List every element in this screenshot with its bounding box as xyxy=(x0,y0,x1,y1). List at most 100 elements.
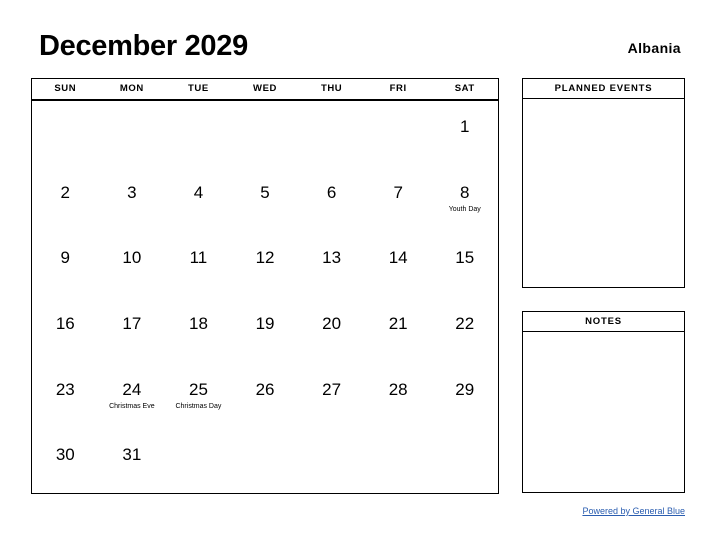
day-number: 22 xyxy=(455,314,475,334)
calendar-day-cell[interactable]: 14 xyxy=(365,232,432,298)
calendar-week-row: 2 3 4 5 6 7 8 Youth Day xyxy=(32,167,498,233)
day-number: 17 xyxy=(122,314,142,334)
day-number: 21 xyxy=(388,314,408,334)
day-number: 18 xyxy=(188,314,208,334)
day-number: 6 xyxy=(326,182,337,202)
calendar-grid: SUN MON TUE WED THU FRI SAT 1 2 3 4 5 6 7 8 Youth Day 9… xyxy=(31,78,499,494)
calendar-day-cell[interactable]: 10 xyxy=(99,232,166,298)
weekday-header-sun: SUN xyxy=(54,83,77,94)
weekday-header-thu: THU xyxy=(320,83,343,94)
day-event-label: Christmas Day xyxy=(175,402,222,410)
day-number: 14 xyxy=(388,248,408,268)
day-number: 15 xyxy=(455,248,475,268)
calendar-day-cell[interactable]: 29 xyxy=(431,364,498,430)
page-header: December 2029 Albania xyxy=(31,28,681,68)
calendar-day-cell[interactable]: 15 xyxy=(431,232,498,298)
calendar-week-row: 30 31 xyxy=(32,429,498,495)
notes-title: NOTES xyxy=(523,312,684,332)
weekday-header-row: SUN MON TUE WED THU FRI SAT xyxy=(32,79,498,101)
calendar-day-cell[interactable]: 16 xyxy=(32,298,99,364)
day-number: 3 xyxy=(127,182,137,202)
day-number: 4 xyxy=(193,182,204,202)
calendar-day-cell-empty xyxy=(232,101,299,167)
calendar-day-cell[interactable]: 21 xyxy=(365,298,432,364)
calendar-day-cell[interactable]: 17 xyxy=(99,298,166,364)
calendar-day-cell[interactable]: 4 xyxy=(165,167,232,233)
calendar-day-cell[interactable]: 11 xyxy=(165,232,232,298)
day-number: 26 xyxy=(255,379,275,399)
calendar-day-cell[interactable]: 22 xyxy=(431,298,498,364)
day-number: 29 xyxy=(455,379,475,399)
day-number: 16 xyxy=(55,314,75,334)
calendar-day-cell-empty xyxy=(232,429,299,495)
weekday-header-wed: WED xyxy=(253,83,277,94)
calendar-day-cell[interactable]: 24 Christmas Eve xyxy=(99,364,166,430)
day-number: 1 xyxy=(460,117,470,136)
calendar-day-cell[interactable]: 1 xyxy=(431,101,498,167)
day-number: 27 xyxy=(322,379,342,399)
calendar-day-cell-empty xyxy=(365,101,432,167)
calendar-day-cell-empty xyxy=(32,101,99,167)
powered-by-link[interactable]: Powered by General Blue xyxy=(0,505,685,517)
day-number: 11 xyxy=(189,248,208,268)
calendar-day-cell[interactable]: 9 xyxy=(32,232,99,298)
planned-events-body[interactable] xyxy=(523,99,684,287)
day-number: 23 xyxy=(55,379,75,399)
day-number: 12 xyxy=(255,248,275,268)
weekday-header-mon: MON xyxy=(119,83,144,94)
day-number: 13 xyxy=(322,248,342,268)
calendar-week-row: 16 17 18 19 20 21 22 xyxy=(32,298,498,364)
day-number: 24 xyxy=(122,379,142,399)
calendar-day-cell[interactable]: 12 xyxy=(232,232,299,298)
page-title: December 2029 xyxy=(39,30,248,62)
planned-events-title: PLANNED EVENTS xyxy=(523,79,684,99)
calendar-week-row: 23 24 Christmas Eve 25 Christmas Day 26 27 28 29 xyxy=(32,364,498,430)
calendar-day-cell-empty xyxy=(298,429,365,495)
weekday-header-fri: FRI xyxy=(389,83,407,94)
calendar-day-cell[interactable]: 28 xyxy=(365,364,432,430)
calendar-day-cell[interactable]: 2 xyxy=(32,167,99,233)
weekday-header-tue: TUE xyxy=(188,83,209,94)
day-event-label: Youth Day xyxy=(448,205,481,213)
day-number: 20 xyxy=(322,314,342,334)
day-number: 7 xyxy=(393,182,403,202)
calendar-day-cell[interactable]: 5 xyxy=(232,167,299,233)
calendar-day-cell[interactable]: 13 xyxy=(298,232,365,298)
calendar-day-cell[interactable]: 3 xyxy=(99,167,166,233)
calendar-day-cell[interactable]: 7 xyxy=(365,167,432,233)
calendar-day-cell[interactable]: 26 xyxy=(232,364,299,430)
day-number: 31 xyxy=(122,445,142,465)
calendar-day-cell-empty xyxy=(99,101,166,167)
calendar-day-cell[interactable]: 18 xyxy=(165,298,232,364)
planned-events-panel[interactable]: PLANNED EVENTS xyxy=(522,78,685,288)
day-number: 30 xyxy=(55,445,75,465)
country-label: Albania xyxy=(627,40,681,56)
calendar-day-cell-empty xyxy=(365,429,432,495)
day-number: 8 xyxy=(460,182,470,202)
calendar-day-cell[interactable]: 19 xyxy=(232,298,299,364)
day-number: 28 xyxy=(388,379,408,399)
day-event-label: Christmas Eve xyxy=(109,402,155,410)
calendar-week-row: 9 10 11 12 13 14 15 xyxy=(32,232,498,298)
day-number: 9 xyxy=(60,248,71,268)
calendar-day-cell[interactable]: 27 xyxy=(298,364,365,430)
calendar-day-cell-empty xyxy=(165,101,232,167)
calendar-day-cell[interactable]: 8 Youth Day xyxy=(431,167,498,233)
calendar-day-cell[interactable]: 25 Christmas Day xyxy=(165,364,232,430)
calendar-day-cell[interactable]: 30 xyxy=(32,429,99,495)
day-number: 19 xyxy=(255,314,275,334)
calendar-day-cell[interactable]: 31 xyxy=(99,429,166,495)
calendar-day-cell[interactable]: 6 xyxy=(298,167,365,233)
calendar-week-row: 1 xyxy=(32,101,498,167)
calendar-day-cell[interactable]: 23 xyxy=(32,364,99,430)
calendar-day-cell[interactable]: 20 xyxy=(298,298,365,364)
weekday-header-sat: SAT xyxy=(454,83,475,94)
calendar-day-cell-empty xyxy=(431,429,498,495)
day-number: 5 xyxy=(260,182,270,202)
day-number: 2 xyxy=(60,182,71,202)
day-number: 10 xyxy=(122,248,142,268)
calendar-weeks: 1 2 3 4 5 6 7 8 Youth Day 9 10 11 12 13 14 15 16 17 18 19 20… xyxy=(32,101,498,495)
calendar-day-cell-empty xyxy=(298,101,365,167)
notes-panel[interactable]: NOTES xyxy=(522,311,685,493)
notes-body[interactable] xyxy=(523,332,684,492)
